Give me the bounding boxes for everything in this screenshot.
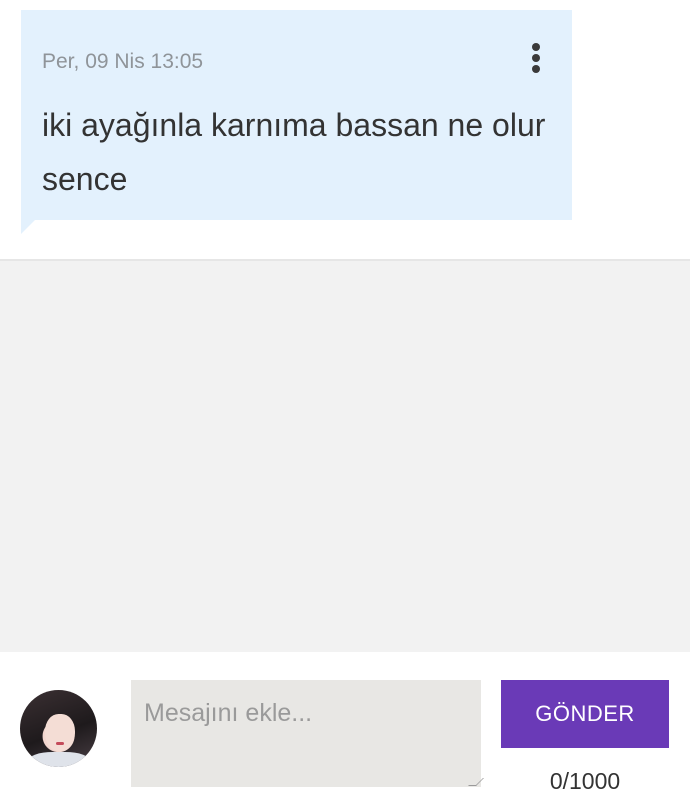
avatar-shirt <box>28 752 90 767</box>
avatar-lips <box>56 742 64 745</box>
menu-dot <box>532 43 540 51</box>
message-composer: GÖNDER 0/1000 <box>0 652 690 799</box>
message-input[interactable] <box>131 680 481 787</box>
send-button[interactable]: GÖNDER <box>501 680 669 748</box>
bubble-tail <box>21 220 35 234</box>
message-thread: Per, 09 Nis 13:05 iki ayağınla karnıma b… <box>0 0 690 260</box>
message-timestamp: Per, 09 Nis 13:05 <box>42 50 204 73</box>
message-text: iki ayağınla karnıma bassan ne olur senc… <box>42 107 546 197</box>
menu-dot <box>532 54 540 62</box>
menu-dot <box>532 65 540 73</box>
user-avatar[interactable] <box>20 690 97 767</box>
more-vertical-icon[interactable] <box>524 36 548 80</box>
message-bubble: Per, 09 Nis 13:05 iki ayağınla karnıma b… <box>21 10 572 220</box>
empty-chat-area <box>0 261 690 652</box>
avatar-face <box>45 714 75 752</box>
character-counter: 0/1000 <box>549 768 621 794</box>
